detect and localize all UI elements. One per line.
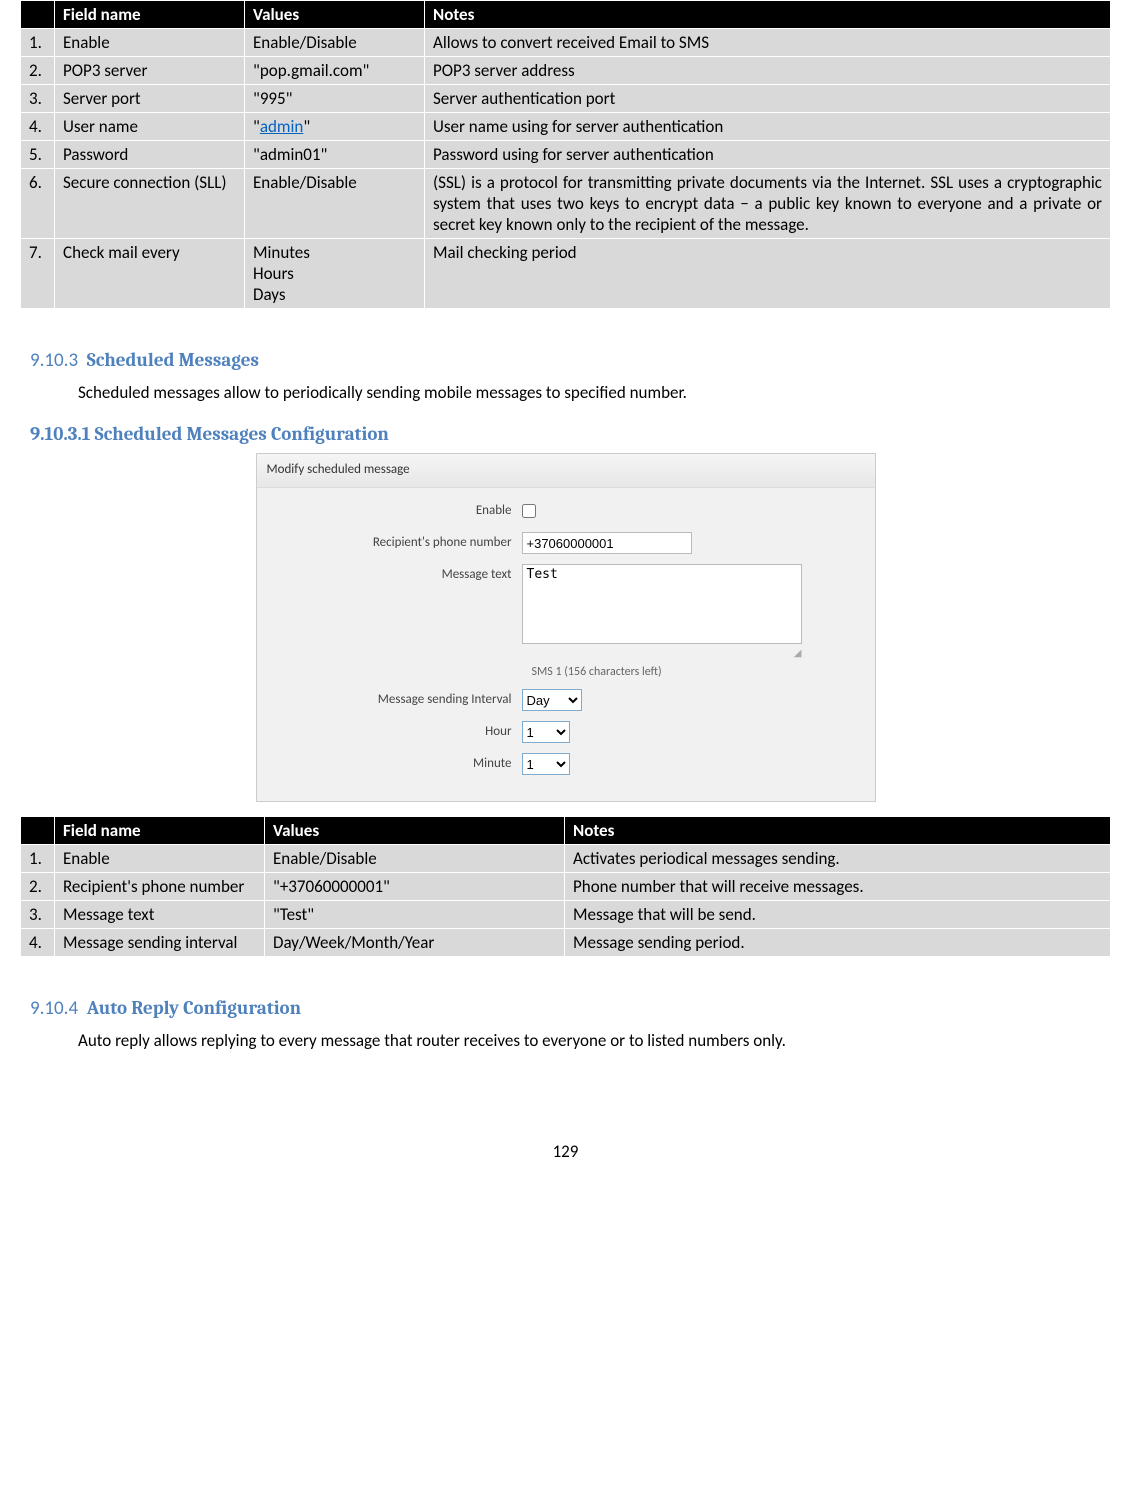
row-values: "Test" [265, 901, 565, 929]
admin-link[interactable]: admin [260, 116, 304, 137]
row-notes: POP3 server address [425, 57, 1111, 85]
row-values: "pop.gmail.com" [245, 57, 425, 85]
row-notes: Message sending period. [565, 929, 1111, 957]
row-field: Check mail every [55, 239, 245, 309]
th-blank [21, 817, 55, 845]
row-notes: Phone number that will receive messages. [565, 873, 1111, 901]
table-row: 6. Secure connection (SLL) Enable/Disabl… [21, 169, 1111, 239]
table-row: 2. POP3 server "pop.gmail.com" POP3 serv… [21, 57, 1111, 85]
row-field: Message sending interval [55, 929, 265, 957]
table-row: 3. Message text "Test" Message that will… [21, 901, 1111, 929]
row-num: 7. [21, 239, 55, 309]
row-notes: User name using for server authenticatio… [425, 113, 1111, 141]
row-num: 2. [21, 57, 55, 85]
table-row: 7. Check mail every Minutes Hours Days M… [21, 239, 1111, 309]
table-row: 5. Password "admin01" Password using for… [21, 141, 1111, 169]
row-field: POP3 server [55, 57, 245, 85]
subsection-heading-config: 9.10.3.1 Scheduled Messages Configuratio… [30, 423, 1111, 445]
section-heading-scheduled-messages: 9.10.3 Scheduled Messages [30, 349, 1111, 372]
section-body: Auto reply allows replying to every mess… [78, 1030, 1111, 1051]
row-field: Enable [55, 845, 265, 873]
th-field: Field name [55, 817, 265, 845]
row-num: 1. [21, 29, 55, 57]
char-counter: SMS 1 (156 characters left) [532, 665, 865, 679]
row-num: 4. [21, 113, 55, 141]
row-num: 6. [21, 169, 55, 239]
th-field: Field name [55, 1, 245, 29]
label-message: Message text [267, 564, 522, 582]
table-row: 4. User name "admin" User name using for… [21, 113, 1111, 141]
row-field: Message text [55, 901, 265, 929]
th-blank [21, 1, 55, 29]
section-body: Scheduled messages allow to periodically… [78, 382, 1111, 403]
section-heading-auto-reply: 9.10.4 Auto Reply Configuration [30, 997, 1111, 1020]
field-table-2: Field name Values Notes 1. Enable Enable… [20, 816, 1111, 957]
label-hour: Hour [267, 721, 522, 739]
row-notes: Message that will be send. [565, 901, 1111, 929]
row-field: Secure connection (SLL) [55, 169, 245, 239]
row-num: 3. [21, 901, 55, 929]
row-num: 4. [21, 929, 55, 957]
row-field: Recipient's phone number [55, 873, 265, 901]
row-values: "admin" [245, 113, 425, 141]
th-values: Values [265, 817, 565, 845]
label-phone: Recipient's phone number [267, 532, 522, 550]
th-notes: Notes [425, 1, 1111, 29]
page-number: 129 [20, 1141, 1111, 1162]
resize-handle-icon[interactable]: ◢ [522, 646, 802, 659]
row-field: Server port [55, 85, 245, 113]
label-interval: Message sending Interval [267, 689, 522, 707]
message-textarea[interactable]: Test [522, 564, 802, 644]
row-notes: Allows to convert received Email to SMS [425, 29, 1111, 57]
row-field: Enable [55, 29, 245, 57]
row-field: Password [55, 141, 245, 169]
table-row: 2. Recipient's phone number "+3706000000… [21, 873, 1111, 901]
row-field: User name [55, 113, 245, 141]
row-num: 3. [21, 85, 55, 113]
row-values: "+37060000001" [265, 873, 565, 901]
row-values: Enable/Disable [265, 845, 565, 873]
row-num: 2. [21, 873, 55, 901]
th-values: Values [245, 1, 425, 29]
table-row: 3. Server port "995" Server authenticati… [21, 85, 1111, 113]
modify-scheduled-message-panel: Modify scheduled message Enable Recipien… [256, 453, 876, 802]
row-notes: Activates periodical messages sending. [565, 845, 1111, 873]
table-row: 1. Enable Enable/Disable Allows to conve… [21, 29, 1111, 57]
row-values: "admin01" [245, 141, 425, 169]
field-table-1: Field name Values Notes 1. Enable Enable… [20, 0, 1111, 309]
table-row: 4. Message sending interval Day/Week/Mon… [21, 929, 1111, 957]
row-num: 1. [21, 845, 55, 873]
interval-select[interactable]: Day [522, 689, 582, 711]
row-notes: Server authentication port [425, 85, 1111, 113]
phone-input[interactable] [522, 532, 692, 554]
row-values: Enable/Disable [245, 169, 425, 239]
row-notes: Mail checking period [425, 239, 1111, 309]
panel-title: Modify scheduled message [257, 454, 875, 488]
row-num: 5. [21, 141, 55, 169]
th-notes: Notes [565, 817, 1111, 845]
row-values: Day/Week/Month/Year [265, 929, 565, 957]
row-notes: (SSL) is a protocol for transmitting pri… [425, 169, 1111, 239]
hour-select[interactable]: 1 [522, 721, 570, 743]
minute-select[interactable]: 1 [522, 753, 570, 775]
row-values: "995" [245, 85, 425, 113]
table-row: 1. Enable Enable/Disable Activates perio… [21, 845, 1111, 873]
row-values: Enable/Disable [245, 29, 425, 57]
row-values: Minutes Hours Days [245, 239, 425, 309]
row-notes: Password using for server authentication [425, 141, 1111, 169]
label-minute: Minute [267, 753, 522, 771]
label-enable: Enable [267, 500, 522, 518]
enable-checkbox[interactable] [522, 504, 536, 518]
